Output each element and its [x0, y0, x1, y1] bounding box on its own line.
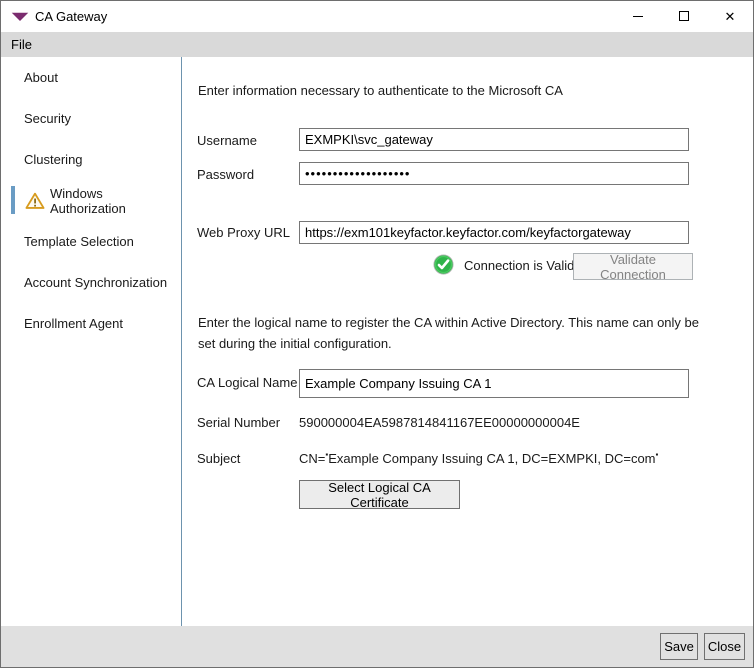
sidebar-item-label: Clustering [24, 152, 83, 167]
minimize-button[interactable] [615, 1, 661, 31]
ca-logical-name-input[interactable] [299, 369, 689, 398]
warning-icon [25, 192, 45, 210]
close-dialog-button[interactable]: Close [704, 633, 745, 660]
footer-bar: Save Close [1, 626, 753, 667]
sidebar-item-enrollment-agent[interactable]: Enrollment Agent [1, 303, 181, 344]
web-proxy-url-input[interactable] [299, 221, 689, 244]
ca-logical-name-label: CA Logical Name [197, 375, 297, 390]
sidebar-item-account-synchronization[interactable]: Account Synchronization [1, 262, 181, 303]
selection-indicator-bar [11, 186, 15, 214]
save-button[interactable]: Save [660, 633, 698, 660]
select-logical-ca-certificate-button[interactable]: Select Logical CA Certificate [299, 480, 460, 509]
sidebar-item-label: Template Selection [24, 234, 134, 249]
subject-prefix: CN= [299, 451, 325, 466]
minimize-icon [633, 16, 643, 17]
logical-name-instruction-text: Enter the logical name to register the C… [198, 312, 718, 354]
web-proxy-url-label: Web Proxy URL [197, 225, 290, 240]
password-input[interactable] [299, 162, 689, 185]
subject-label: Subject [197, 451, 240, 466]
close-icon: ✕ [725, 10, 736, 23]
windows-authorization-panel: Enter information necessary to authentic… [183, 57, 753, 626]
password-label: Password [197, 167, 254, 182]
sidebar-item-security[interactable]: Security [1, 98, 181, 139]
window-title: CA Gateway [35, 1, 107, 32]
keyfactor-logo-icon [11, 10, 29, 23]
sidebar-nav: About Security Clustering Windows Author… [1, 57, 182, 626]
serial-number-value: 590000004EA5987814841167EE00000000004E [299, 415, 580, 430]
sidebar-item-template-selection[interactable]: Template Selection [1, 221, 181, 262]
sidebar-item-label: Security [24, 111, 71, 126]
sidebar-item-label: Enrollment Agent [24, 316, 123, 331]
menu-bar: File [1, 32, 753, 57]
subject-dn: Example Company Issuing CA 1, DC=EXMPKI,… [328, 451, 655, 466]
validate-connection-button[interactable]: Validate Connection [573, 253, 693, 280]
serial-number-label: Serial Number [197, 415, 280, 430]
sidebar-item-label: Account Synchronization [24, 275, 167, 290]
sidebar-item-about[interactable]: About [1, 57, 181, 98]
sidebar-item-windows-authorization[interactable]: Windows Authorization [1, 180, 181, 221]
username-input[interactable] [299, 128, 689, 151]
title-bar: CA Gateway ✕ [1, 1, 753, 32]
connection-valid-icon [433, 254, 454, 275]
window-controls: ✕ [615, 1, 753, 32]
subject-close-quote: ▪ [656, 450, 659, 459]
auth-instruction-text: Enter information necessary to authentic… [198, 80, 718, 101]
subject-value: CN= ▪Example Company Issuing CA 1, DC=EXM… [299, 451, 658, 466]
ca-gateway-window: CA Gateway ✕ File About Security Cluster… [0, 0, 754, 668]
maximize-icon [679, 11, 689, 21]
username-label: Username [197, 133, 257, 148]
connection-status-text: Connection is Valid [464, 258, 574, 273]
maximize-button[interactable] [661, 1, 707, 31]
close-button[interactable]: ✕ [707, 1, 753, 31]
sidebar-item-clustering[interactable]: Clustering [1, 139, 181, 180]
menu-file[interactable]: File [1, 32, 42, 57]
sidebar-item-label: About [24, 70, 58, 85]
sidebar-item-label: Windows Authorization [50, 186, 181, 216]
